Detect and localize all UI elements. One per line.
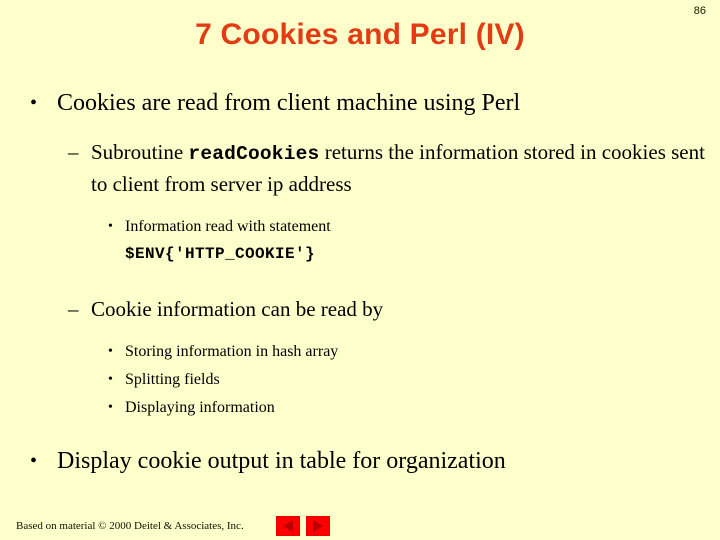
bullet-level3-text: Displaying information (125, 399, 275, 416)
bullet-level3-text: Information read with statement (125, 218, 331, 235)
bullet-list: • Cookies are read from client machine u… (0, 88, 720, 476)
bullet-level3-text: Splitting fields (125, 371, 220, 388)
bullet-level1-text: Display cookie output in table for organ… (57, 448, 506, 474)
bullet-level3-storing-hash: • Storing information in hash array (0, 338, 720, 366)
bullet-marker-icon: • (108, 372, 113, 387)
bullet-level3-information-read: • Information read with statement (0, 213, 720, 241)
slide-title: 7 Cookies and Perl (IV) (195, 18, 525, 51)
dash-marker-icon: – (68, 297, 79, 321)
bullet-marker-icon: • (108, 219, 113, 234)
bullet-level2-text-before: Subroutine (91, 140, 189, 164)
bullet-level2-subroutine: – Subroutine readCookies returns the inf… (0, 137, 720, 199)
bullet-level1-cookies-read: • Cookies are read from client machine u… (0, 88, 720, 118)
bullet-level1-display-table: • Display cookie output in table for org… (0, 446, 720, 476)
slide-canvas: 86 7 Cookies and Perl (IV) • Cookies are… (0, 0, 720, 540)
bullet-marker-icon: • (30, 92, 38, 114)
bullet-level3-text: Storing information in hash array (125, 343, 339, 360)
previous-slide-button[interactable] (276, 516, 300, 536)
slide-body: • Cookies are read from client machine u… (0, 88, 720, 478)
bullet-level2-cookie-info: – Cookie information can be read by (0, 294, 720, 324)
triangle-left-icon (283, 520, 293, 532)
triangle-right-icon (313, 520, 323, 532)
code-env-http-cookie: $ENV{'HTTP_COOKIE'} (125, 245, 316, 263)
bullet-level3-splitting-fields: • Splitting fields (0, 366, 720, 394)
bullet-level1-text: Cookies are read from client machine usi… (57, 90, 521, 116)
bullet-marker-icon: • (30, 450, 38, 472)
bullet-level3-displaying-information: • Displaying information (0, 394, 720, 422)
bullet-marker-icon: • (108, 344, 113, 359)
next-slide-button[interactable] (306, 516, 330, 536)
page-number: 86 (693, 5, 706, 17)
bullet-level2-text: Cookie information can be read by (91, 297, 384, 321)
bullet-marker-icon: • (108, 400, 113, 415)
dash-marker-icon: – (68, 140, 79, 164)
code-read-cookies: readCookies (188, 143, 320, 165)
footer-credit: Based on material © 2000 Deitel & Associ… (16, 520, 244, 532)
navigation-buttons (276, 516, 330, 536)
